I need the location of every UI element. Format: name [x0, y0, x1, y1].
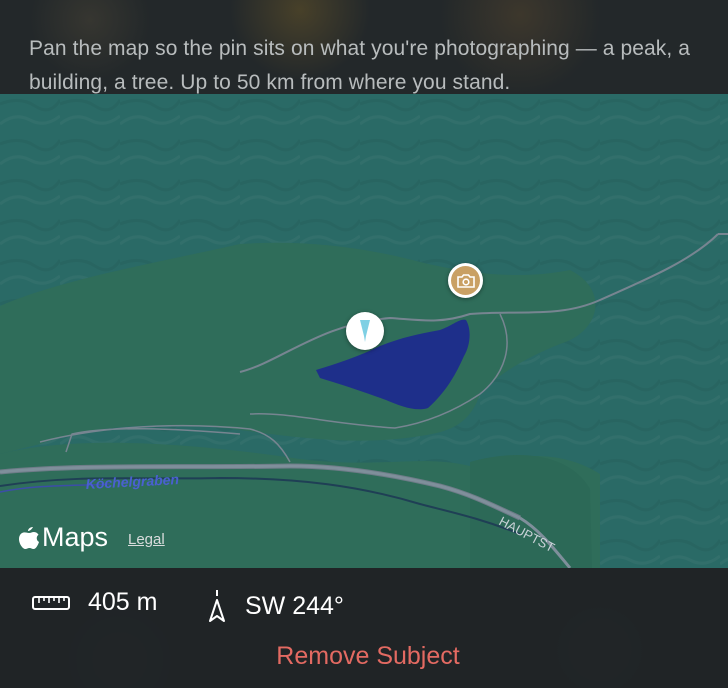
- maps-brand-label: Maps: [42, 522, 109, 552]
- instruction-text: Pan the map so the pin sits on what you'…: [29, 37, 691, 94]
- meadow-area: [470, 454, 592, 568]
- remove-subject-button[interactable]: Remove Subject: [0, 636, 728, 676]
- compass-arrow-icon: [209, 590, 225, 622]
- apple-logo-icon: [19, 526, 39, 549]
- legal-link[interactable]: Legal: [128, 531, 165, 548]
- camera-location-icon: [456, 273, 475, 288]
- bearing-readout: SW 244°: [207, 588, 344, 624]
- subject-pin-icon: [360, 320, 370, 342]
- subject-pin[interactable]: [346, 312, 384, 350]
- distance-readout: 405 m: [32, 588, 157, 617]
- maps-attribution: Maps: [18, 522, 108, 553]
- ruler-icon: [32, 595, 70, 610]
- camera-location-marker[interactable]: [448, 263, 483, 298]
- bearing-value: SW 244°: [245, 591, 344, 620]
- subject-picker-screen: Pan the map so the pin sits on what you'…: [0, 0, 728, 688]
- camera-marker-fill: [451, 266, 480, 295]
- distance-value: 405 m: [88, 588, 158, 616]
